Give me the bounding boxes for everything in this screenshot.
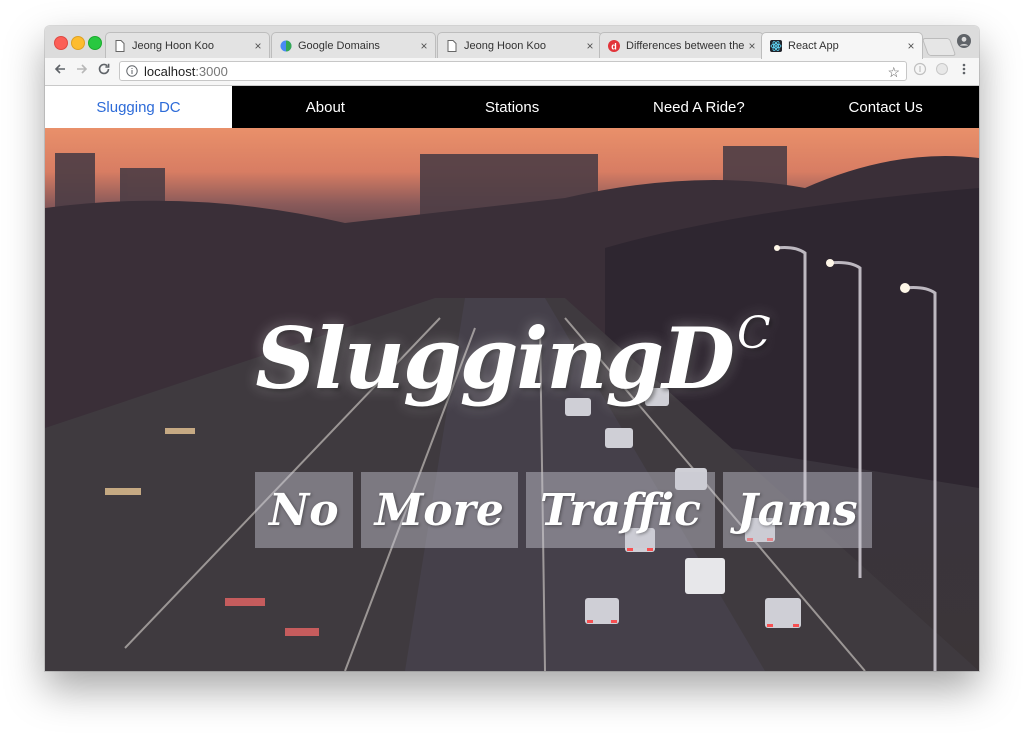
close-window-button[interactable]	[54, 36, 68, 50]
tagline-word-more: More	[360, 472, 518, 548]
hero-section: SluggingDC No More Traffic Jams	[45, 128, 979, 671]
menu-kebab-icon[interactable]	[955, 62, 973, 80]
document-icon	[114, 39, 126, 52]
hero-title-superscript: C	[737, 308, 771, 359]
extension-icon[interactable]	[911, 62, 929, 80]
nav-item-need-a-ride[interactable]: Need A Ride?	[606, 86, 793, 128]
tab-jeong-hoon-koo-2[interactable]: Jeong Hoon Koo ×	[437, 32, 602, 58]
reload-icon[interactable]	[95, 62, 113, 80]
tab-react-app[interactable]: React App ×	[761, 32, 923, 59]
browser-window: Jeong Hoon Koo × Google Domains × Jeong …	[45, 26, 979, 671]
address-bar[interactable]: localhost:3000 ☆	[119, 61, 907, 81]
zoom-window-button[interactable]	[88, 36, 102, 50]
close-tab-icon[interactable]: ×	[583, 39, 597, 53]
tagline-word-jams: Jams	[722, 472, 872, 548]
tab-title: Jeong Hoon Koo	[132, 39, 214, 52]
url-port: :3000	[195, 63, 228, 79]
close-tab-icon[interactable]: ×	[904, 39, 918, 53]
tab-strip: Jeong Hoon Koo × Google Domains × Jeong …	[45, 26, 979, 59]
document-icon	[446, 39, 458, 52]
extension-icon-2[interactable]	[933, 62, 951, 80]
minimize-window-button[interactable]	[71, 36, 85, 50]
close-tab-icon[interactable]: ×	[417, 39, 431, 53]
google-domains-icon	[280, 40, 292, 52]
nav-item-stations[interactable]: Stations	[419, 86, 606, 128]
tab-title: React App	[788, 40, 839, 52]
bookmark-star-icon[interactable]: ☆	[887, 64, 900, 81]
web-page: Slugging DC About Stations Need A Ride? …	[45, 86, 979, 671]
hero-title-text: SluggingD	[255, 309, 735, 408]
d-logo-icon: d	[608, 39, 620, 52]
site-navbar: Slugging DC About Stations Need A Ride? …	[45, 86, 979, 128]
tagline-words: No More Traffic Jams	[255, 472, 872, 548]
tab-title: Jeong Hoon Koo	[464, 39, 546, 52]
hero-title: SluggingDC	[45, 308, 979, 408]
info-icon[interactable]	[126, 65, 138, 77]
tab-title: Differences between the	[626, 39, 745, 52]
browser-toolbar: localhost:3000 ☆	[45, 58, 979, 86]
nav-item-contact-us[interactable]: Contact Us	[792, 86, 979, 128]
forward-icon[interactable]	[73, 62, 91, 80]
tagline-word-no: No	[255, 472, 353, 548]
nav-item-about[interactable]: About	[232, 86, 419, 128]
react-icon	[770, 40, 782, 52]
url-host: localhost	[144, 63, 196, 79]
close-tab-icon[interactable]: ×	[745, 39, 759, 53]
profile-icon[interactable]	[957, 34, 971, 48]
tab-jeong-hoon-koo-1[interactable]: Jeong Hoon Koo ×	[105, 32, 270, 58]
back-icon[interactable]	[51, 62, 69, 80]
close-tab-icon[interactable]: ×	[251, 39, 265, 53]
svg-text:d: d	[611, 41, 617, 51]
tagline-word-traffic: Traffic	[525, 472, 715, 548]
tab-title: Google Domains	[298, 39, 380, 52]
tab-google-domains[interactable]: Google Domains ×	[271, 32, 436, 58]
tab-differences[interactable]: d Differences between the ×	[599, 32, 764, 58]
brand-link[interactable]: Slugging DC	[45, 86, 232, 128]
new-tab-button[interactable]	[921, 38, 957, 56]
